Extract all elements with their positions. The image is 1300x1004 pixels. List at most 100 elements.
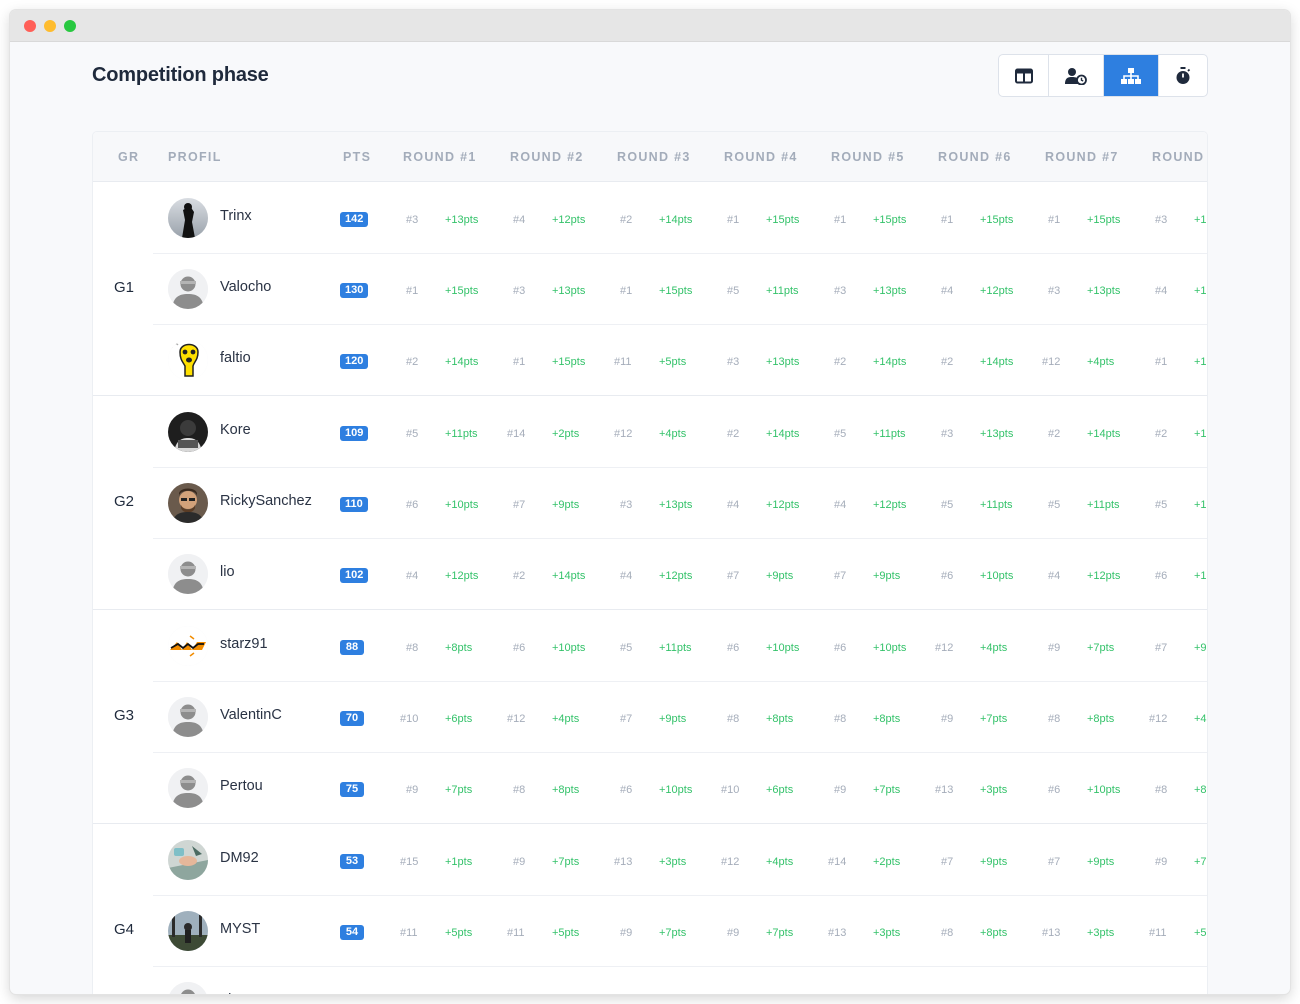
player-name[interactable]: starz91 xyxy=(220,636,268,652)
sitemap-icon xyxy=(1121,67,1141,84)
round-rank: #8 xyxy=(941,927,954,939)
round-rank: #15 xyxy=(400,856,419,868)
round-rank: #6 xyxy=(727,642,740,654)
round-points: +10pts xyxy=(1087,784,1121,796)
minimize-window-button[interactable] xyxy=(44,20,56,32)
table-row[interactable]: ValentinC 70 #10 +6pts #12 +4pts #7 +9pts #8 +8pt… xyxy=(153,682,1207,753)
table-row[interactable]: DM92 53 #15 +1pts #9 +7pts #13 +3pts #12 +4pts #14… xyxy=(153,825,1207,896)
round-rank: #12 xyxy=(935,642,954,654)
group-label: G3 xyxy=(113,707,134,724)
table-row[interactable]: Valocho 130 #1 +15pts #3 +13pts #1 +15pts #5 +11p… xyxy=(153,254,1207,325)
round-points: +12pts xyxy=(980,285,1014,297)
round-rank: #3 xyxy=(941,428,954,440)
avatar xyxy=(168,840,208,880)
points-badge: 120 xyxy=(340,354,369,369)
round-rank: #8 xyxy=(1155,784,1168,796)
table-view-button[interactable] xyxy=(999,55,1049,96)
maximize-window-button[interactable] xyxy=(64,20,76,32)
player-name[interactable]: Lkx972 xyxy=(220,992,267,994)
players-view-button[interactable] xyxy=(1049,55,1104,96)
round-rank: #1 xyxy=(941,214,954,226)
player-name[interactable]: faltio xyxy=(220,350,251,366)
round-points: +5pts xyxy=(552,927,580,939)
round-rank: #9 xyxy=(727,927,740,939)
round-rank: #9 xyxy=(834,784,847,796)
close-window-button[interactable] xyxy=(24,20,36,32)
round-rank: #13 xyxy=(1042,927,1061,939)
stopwatch-icon xyxy=(1176,66,1191,84)
table-row[interactable]: RickySanchez 110 #6 +10pts #7 +9pts #3 +13pts #4… xyxy=(153,468,1207,539)
round-rank: #3 xyxy=(727,356,740,368)
round-rank: #7 xyxy=(620,713,633,725)
player-name[interactable]: Kore xyxy=(220,422,251,438)
round-rank: #5 xyxy=(834,428,847,440)
round-points: +8pts xyxy=(980,927,1008,939)
round-points: +4pts xyxy=(1087,356,1115,368)
round-points: +9pts xyxy=(659,713,687,725)
table-row[interactable]: starz91 88 #8 +8pts #6 +10pts #5 +11pts #6 +10pts… xyxy=(153,611,1207,682)
table-row[interactable]: Trinx 142 #3 +13pts #4 +12pts #2 +14pts #1 +15pts… xyxy=(153,183,1207,254)
round-rank: #4 xyxy=(1155,285,1168,297)
table-row[interactable]: faltio 120 #2 +14pts #1 +15pts #11 +5pts #3 +13pt… xyxy=(153,325,1207,396)
round-points: +15pts xyxy=(659,285,693,297)
round-points: +14pts xyxy=(445,356,479,368)
round-rank: #4 xyxy=(834,499,847,511)
round-rank: #13 xyxy=(614,856,633,868)
round-points: +6pts xyxy=(766,784,794,796)
round-points: +1 xyxy=(1194,214,1207,226)
player-name[interactable]: Trinx xyxy=(220,208,252,224)
table-row[interactable]: Kore 109 #5 +11pts #14 +2pts #12 +4pts #2 +14pts #… xyxy=(153,397,1207,468)
avatar xyxy=(168,697,208,737)
table-row[interactable]: Lkx97258#12+4pts#10+6pts#8+8pts#11+5pts#… xyxy=(153,967,1207,994)
round-points: +7pts xyxy=(659,927,687,939)
round-points: +1 xyxy=(1194,499,1207,511)
player-name[interactable]: ValentinC xyxy=(220,707,282,723)
round-rank: #9 xyxy=(620,927,633,939)
round-rank: #4 xyxy=(513,214,526,226)
player-name[interactable]: Pertou xyxy=(220,778,263,794)
round-points: +10pts xyxy=(552,642,586,654)
view-toggle xyxy=(998,54,1208,97)
round-rank: #6 xyxy=(406,499,419,511)
points-badge: 75 xyxy=(340,782,364,797)
round-points: +5pts xyxy=(659,356,687,368)
round-points: +15pts xyxy=(552,356,586,368)
player-name[interactable]: lio xyxy=(220,564,235,580)
table-columns-icon xyxy=(1014,68,1033,83)
round-points: +11pts xyxy=(659,642,692,654)
header-round: ROUND xyxy=(1152,150,1205,164)
round-rank: #8 xyxy=(1048,713,1061,725)
round-rank: #12 xyxy=(721,856,740,868)
round-rank: #5 xyxy=(406,428,419,440)
round-rank: #3 xyxy=(1048,285,1061,297)
avatar xyxy=(168,483,208,523)
player-name[interactable]: RickySanchez xyxy=(220,493,312,509)
round-rank: #3 xyxy=(1155,214,1168,226)
round-points: +9pts xyxy=(1087,856,1115,868)
points-badge: 110 xyxy=(340,497,368,512)
round-rank: #6 xyxy=(620,784,633,796)
bracket-view-button[interactable] xyxy=(1104,55,1159,96)
avatar xyxy=(168,340,208,380)
round-rank: #11 xyxy=(507,927,525,939)
round-rank: #13 xyxy=(828,927,847,939)
player-name[interactable]: Valocho xyxy=(220,279,271,295)
player-name[interactable]: DM92 xyxy=(220,850,259,866)
round-rank: #1 xyxy=(406,285,419,297)
table-row[interactable]: lio 102 #4 +12pts #2 +14pts #4 +12pts #7 +9pts #7 +… xyxy=(153,539,1207,610)
round-points: +9pts xyxy=(766,570,794,582)
player-name[interactable]: MYST xyxy=(220,921,260,937)
round-rank: #2 xyxy=(941,356,954,368)
round-points: +14pts xyxy=(980,356,1014,368)
points-badge: 88 xyxy=(340,640,364,655)
round-rank: #8 xyxy=(727,713,740,725)
round-points: +13pts xyxy=(445,214,479,226)
table-row[interactable]: MYST 54 #11 +5pts #11 +5pts #9 +7pts #9 +7pts #13 +… xyxy=(153,896,1207,967)
table-row[interactable]: Pertou 75 #9 +7pts #8 +8pts #6 +10pts #10 +6pts #9… xyxy=(153,753,1207,824)
round-points: +11pts xyxy=(445,428,478,440)
avatar xyxy=(168,982,208,994)
timer-view-button[interactable] xyxy=(1159,55,1207,96)
header-points: PTS xyxy=(343,150,372,164)
round-rank: #7 xyxy=(1048,856,1061,868)
standings-table: GR PROFIL PTS ROUND #1 ROUND #2 ROUND #3 RO… xyxy=(92,131,1208,994)
